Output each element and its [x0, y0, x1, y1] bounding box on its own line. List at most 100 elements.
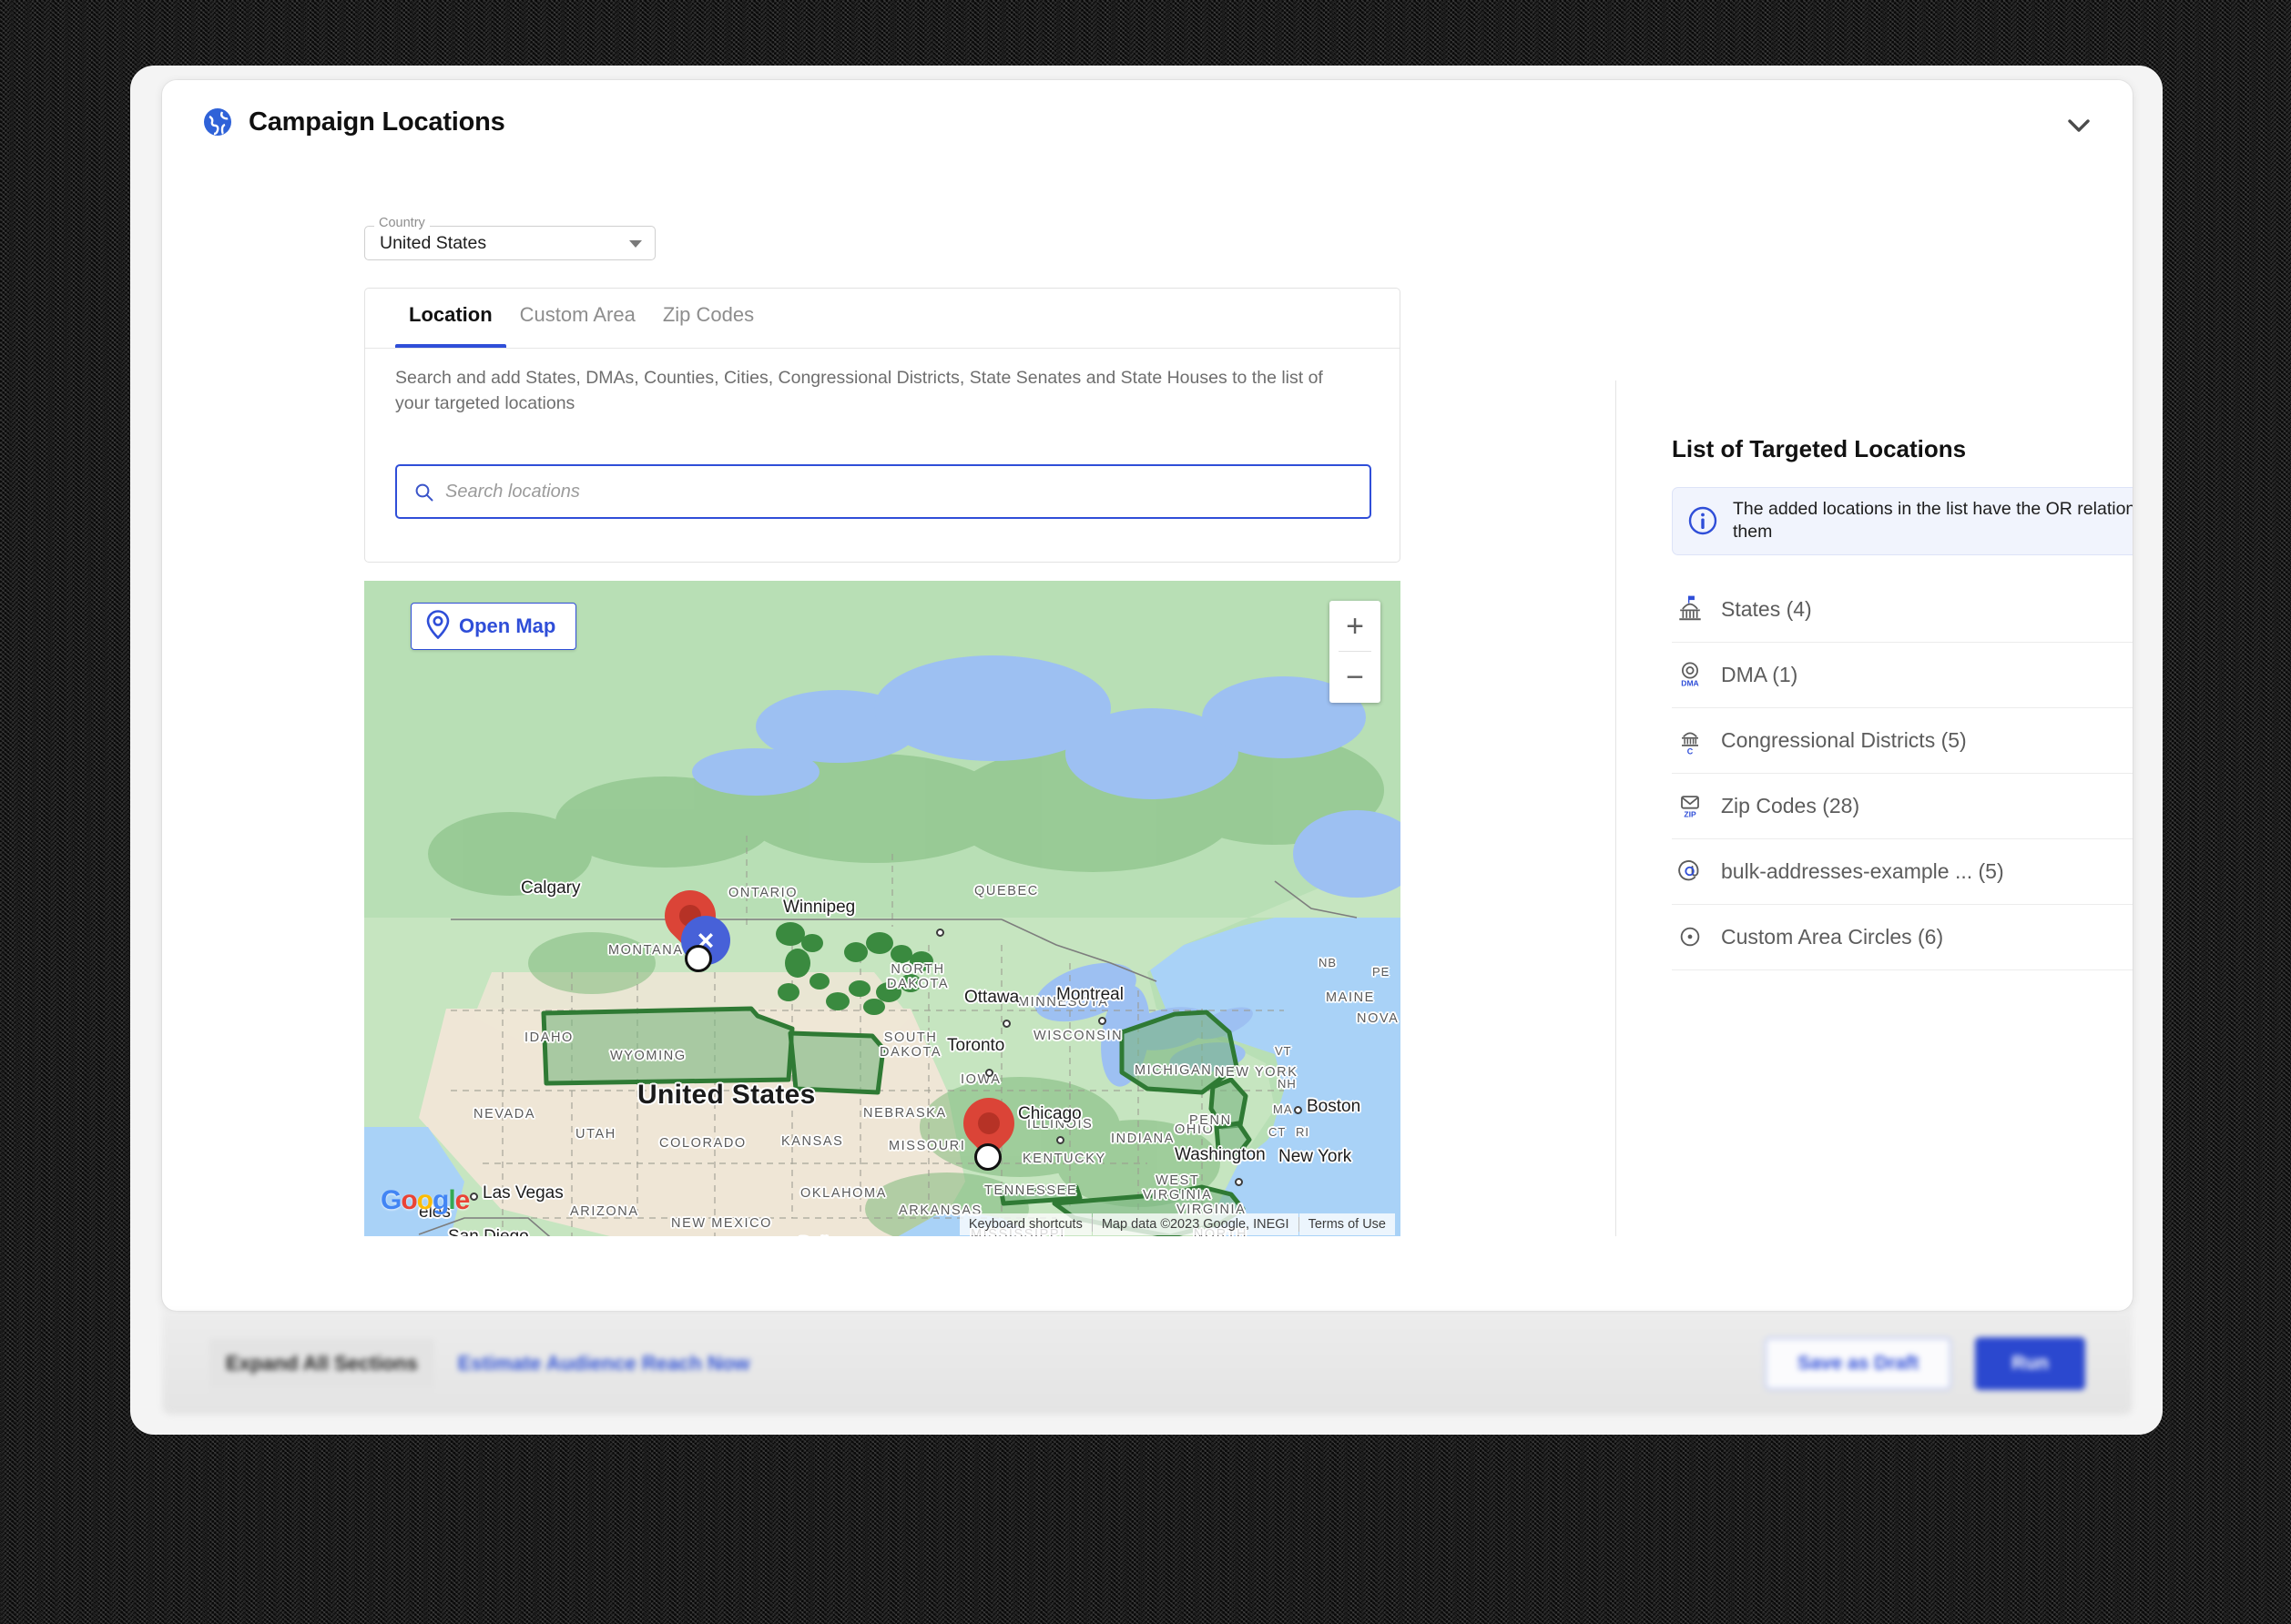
- map-label-abbr: NB: [1319, 956, 1338, 969]
- map-preview[interactable]: MONTANA IDAHO WYOMING NORTH DAKOTA SOUTH DAKOT…: [364, 581, 1400, 1236]
- zoom-out-button[interactable]: −: [1329, 652, 1380, 702]
- map-label-city: New York: [1278, 1147, 1352, 1166]
- page-title: Campaign Locations: [249, 107, 505, 137]
- svg-text:ZIP: ZIP: [1684, 810, 1696, 819]
- location-group-custom-area-circles[interactable]: Custom Area Circles (6): [1672, 905, 2133, 970]
- country-select[interactable]: Country United States: [364, 216, 656, 260]
- estimate-audience-reach-link[interactable]: Estimate Audience Reach Now: [458, 1352, 750, 1375]
- map-data-attribution: Map data ©2023 Google, INEGI: [1092, 1213, 1298, 1235]
- terms-of-use-link[interactable]: Terms of Use: [1298, 1213, 1395, 1235]
- map-label-state: MONTANA: [608, 943, 684, 958]
- action-bar: Expand All Sections Estimate Audience Re…: [162, 1313, 2133, 1415]
- map-pin-icon: [426, 609, 450, 644]
- map-label-province: QUEBEC: [974, 884, 1039, 898]
- country-select-value: United States: [380, 233, 487, 253]
- map-label-city: Winnipeg: [783, 898, 856, 917]
- map-city-dot: [1003, 1020, 1011, 1028]
- run-button[interactable]: Run: [1975, 1337, 2085, 1390]
- map-city-dot: [1235, 1178, 1243, 1186]
- map-label-country: United States: [637, 1080, 816, 1110]
- info-circle-icon: [1687, 505, 1718, 536]
- search-input[interactable]: [445, 481, 1265, 502]
- map-label-city: Calgary: [521, 878, 581, 898]
- campaign-locations-card: Campaign Locations Country United States…: [162, 80, 2133, 1311]
- map-label-state: OHIO: [1175, 1122, 1215, 1137]
- targeted-locations-list: States (4) DMA DMA (1) C Congressional D…: [1672, 577, 2133, 970]
- map-label-state: TENNESSEE: [984, 1183, 1078, 1198]
- location-group-label: Custom Area Circles (6): [1721, 924, 1944, 949]
- map-city-dot: [1056, 1136, 1064, 1144]
- map-label-state: WISCONSIN: [1033, 1029, 1124, 1043]
- map-label-city: Boston: [1307, 1097, 1361, 1116]
- map-label-abbr: CT: [1268, 1125, 1287, 1139]
- keyboard-shortcuts-link[interactable]: Keyboard shortcuts: [959, 1213, 1092, 1235]
- congressional-district-icon: C: [1672, 722, 1708, 758]
- map-label-state: IOWA: [961, 1072, 1002, 1087]
- map-label-state: MISSOURI: [889, 1139, 966, 1153]
- capitol-building-icon: [1672, 591, 1708, 627]
- zoom-in-button[interactable]: +: [1329, 601, 1380, 651]
- country-select-label: Country: [374, 216, 430, 230]
- zip-envelope-icon: ZIP: [1672, 787, 1708, 824]
- map-label-state: MICHIGAN: [1135, 1063, 1213, 1078]
- map-label-state: NEVADA: [473, 1107, 536, 1122]
- map-label-state: SOUTH DAKOTA: [880, 1030, 942, 1060]
- open-map-label: Open Map: [459, 614, 556, 637]
- map-pin-north-carolina: [952, 1087, 1025, 1160]
- map-label-abbr: NH: [1278, 1077, 1297, 1091]
- map-city-dot: [1098, 1017, 1106, 1025]
- location-group-zip-codes[interactable]: ZIP Zip Codes (28): [1672, 774, 2133, 839]
- map-label-city: Las Vegas: [483, 1183, 564, 1203]
- save-as-draft-button[interactable]: Save as Draft: [1765, 1337, 1952, 1390]
- map-label-state: WEST VIRGINIA: [1143, 1173, 1213, 1203]
- targeted-locations-panel: List of Targeted Locations The added loc…: [1672, 435, 2133, 970]
- at-sign-icon: [1672, 853, 1708, 889]
- location-group-label: bulk-addresses-example ... (5): [1721, 858, 2004, 883]
- tab-custom-area[interactable]: Custom Area: [506, 289, 649, 348]
- map-zoom-control[interactable]: + −: [1329, 601, 1380, 703]
- location-group-label: Congressional Districts (5): [1721, 727, 1967, 752]
- location-group-bulk-addresses[interactable]: bulk-addresses-example ... (5): [1672, 839, 2133, 905]
- tab-location[interactable]: Location: [395, 289, 506, 348]
- location-group-dma[interactable]: DMA DMA (1): [1672, 643, 2133, 708]
- card-header: Campaign Locations: [162, 80, 2133, 164]
- map-label-state: NEBRASKA: [863, 1106, 947, 1121]
- map-label-city: Chicago: [1018, 1104, 1082, 1123]
- search-locations-field[interactable]: [395, 464, 1371, 519]
- panel-divider: [1615, 381, 1616, 1236]
- location-group-label: DMA (1): [1721, 662, 1798, 686]
- map-label-province: NOVA SCOTIA: [1357, 1011, 1400, 1026]
- tab-zip-codes[interactable]: Zip Codes: [649, 289, 768, 348]
- globe-icon: [202, 107, 233, 137]
- location-panel: Location Custom Area Zip Codes Search an…: [364, 288, 1400, 1236]
- map-label-state: NORTH DAKOTA: [887, 962, 950, 991]
- location-group-congressional-districts[interactable]: C Congressional Districts (5): [1672, 708, 2133, 774]
- map-label-abbr: RI: [1296, 1125, 1309, 1139]
- map-attribution-bar: Keyboard shortcuts Map data ©2023 Google…: [364, 1213, 1400, 1236]
- map-label-city: Washington: [1175, 1145, 1266, 1164]
- map-label-state: UTAH: [575, 1127, 616, 1142]
- map-city-dot: [1294, 1106, 1302, 1114]
- map-label-state: MINNESOTA: [1018, 995, 1109, 1010]
- targeted-locations-title: List of Targeted Locations: [1672, 435, 1967, 462]
- map-label-abbr: MA: [1273, 1102, 1293, 1116]
- map-city-dot: [470, 1193, 478, 1201]
- map-point-marker-nc: [974, 1143, 1002, 1171]
- map-label-abbr: PE: [1372, 965, 1390, 979]
- map-labels: MONTANA IDAHO WYOMING NORTH DAKOTA SOUTH DAKOT…: [364, 581, 1400, 1236]
- location-group-states[interactable]: States (4): [1672, 577, 2133, 643]
- svg-text:C: C: [1687, 746, 1694, 756]
- map-label-state: OKLAHOMA: [800, 1186, 887, 1201]
- map-label-province: ONTARIO: [728, 886, 799, 900]
- tab-bar: Location Custom Area Zip Codes: [365, 289, 1400, 349]
- chevron-down-icon[interactable]: [2063, 115, 2094, 137]
- map-label-state: ILLINOIS: [1027, 1117, 1094, 1132]
- map-city-dot: [985, 1069, 993, 1077]
- map-label-city: Toronto: [947, 1036, 1005, 1055]
- circle-dot-icon: [1672, 919, 1708, 955]
- chevron-down-icon[interactable]: [629, 240, 642, 248]
- open-map-button[interactable]: Open Map: [411, 603, 577, 650]
- dma-target-icon: DMA: [1672, 656, 1708, 693]
- expand-all-sections-button[interactable]: Expand All Sections: [209, 1339, 434, 1388]
- search-icon: [414, 482, 433, 502]
